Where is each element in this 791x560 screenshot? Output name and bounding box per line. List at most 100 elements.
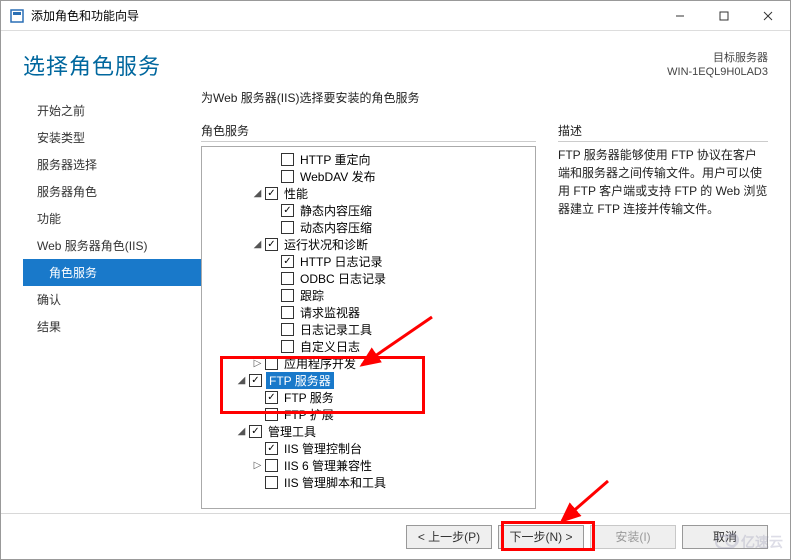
tree-node[interactable]: · 动态内容压缩	[204, 219, 533, 236]
expander-open-icon[interactable]: ◢	[236, 426, 247, 437]
tree-node-label[interactable]: WebDAV 发布	[298, 168, 378, 185]
tree-node-label[interactable]: 跟踪	[298, 287, 326, 304]
tree-node[interactable]: ·IIS 管理脚本和工具	[204, 474, 533, 491]
expander-none: ·	[268, 171, 279, 182]
expander-none: ·	[252, 409, 263, 420]
tree-node-label[interactable]: FTP 服务器	[266, 372, 334, 389]
tree-node[interactable]: · FTP 扩展	[204, 406, 533, 423]
description-label: 描述	[558, 122, 768, 142]
checkbox[interactable]	[265, 408, 278, 421]
expander-open-icon[interactable]: ◢	[252, 188, 263, 199]
prev-button[interactable]: < 上一步(P)	[406, 525, 492, 549]
checkbox[interactable]	[265, 442, 278, 455]
tree-node-label[interactable]: FTP 扩展	[282, 406, 336, 423]
sidebar-step[interactable]: 确认	[23, 286, 201, 313]
expander-none: ·	[252, 392, 263, 403]
expander-open-icon[interactable]: ◢	[236, 375, 247, 386]
checkbox[interactable]	[265, 459, 278, 472]
tree-node-label[interactable]: 请求监视器	[298, 304, 362, 321]
sidebar-step[interactable]: 安装类型	[23, 124, 201, 151]
checkbox[interactable]	[281, 306, 294, 319]
tree-node[interactable]: ▷ 应用程序开发	[204, 355, 533, 372]
tree-node[interactable]: · FTP 服务	[204, 389, 533, 406]
checkbox[interactable]	[281, 204, 294, 217]
tree-node[interactable]: ·IIS 管理控制台	[204, 440, 533, 457]
sidebar-step[interactable]: 开始之前	[23, 97, 201, 124]
expander-none: ·	[268, 307, 279, 318]
footer: < 上一步(P) 下一步(N) > 安装(I) 取消	[1, 513, 790, 559]
tree-node[interactable]: · 请求监视器	[204, 304, 533, 321]
sidebar: 开始之前安装类型服务器选择服务器角色功能Web 服务器角色(IIS)角色服务确认…	[1, 87, 201, 509]
expander-none: ·	[268, 222, 279, 233]
checkbox[interactable]	[281, 272, 294, 285]
tree-node[interactable]: ·自定义日志	[204, 338, 533, 355]
checkbox[interactable]	[281, 255, 294, 268]
sidebar-step[interactable]: 服务器角色	[23, 178, 201, 205]
target-server-name: WIN-1EQL9H0LAD3	[667, 65, 768, 79]
expander-closed-icon[interactable]: ▷	[252, 358, 263, 369]
close-button[interactable]	[746, 1, 790, 31]
checkbox[interactable]	[281, 289, 294, 302]
tree-node[interactable]: ·静态内容压缩	[204, 202, 533, 219]
checkbox[interactable]	[265, 187, 278, 200]
roles-tree[interactable]: ·HTTP 重定向·WebDAV 发布◢性能·静态内容压缩·动态内容压缩◢运行状…	[201, 146, 536, 509]
tree-node-label[interactable]: FTP 服务	[282, 389, 336, 406]
checkbox[interactable]	[265, 357, 278, 370]
checkbox[interactable]	[265, 476, 278, 489]
tree-node[interactable]: · 跟踪	[204, 287, 533, 304]
tree-node[interactable]: ·日志记录工具	[204, 321, 533, 338]
tree-node[interactable]: ·HTTP 重定向	[204, 151, 533, 168]
tree-node[interactable]: ◢ FTP 服务器	[204, 372, 533, 389]
sidebar-step[interactable]: Web 服务器角色(IIS)	[23, 232, 201, 259]
checkbox[interactable]	[249, 425, 262, 438]
tree-node[interactable]: ◢ 性能	[204, 185, 533, 202]
tree-node-label[interactable]: 性能	[282, 185, 310, 202]
sidebar-step[interactable]: 服务器选择	[23, 151, 201, 178]
watermark-icon	[715, 535, 737, 549]
tree-node-label[interactable]: IIS 管理控制台	[282, 440, 364, 457]
sidebar-step[interactable]: 功能	[23, 205, 201, 232]
maximize-button[interactable]	[702, 1, 746, 31]
sidebar-step[interactable]: 角色服务	[23, 259, 201, 286]
install-button[interactable]: 安装(I)	[590, 525, 676, 549]
watermark: 亿速云	[715, 532, 783, 552]
tree-node[interactable]: · HTTP 日志记录	[204, 253, 533, 270]
tree-node[interactable]: ◢ 运行状况和诊断	[204, 236, 533, 253]
tree-node[interactable]: ·ODBC 日志记录	[204, 270, 533, 287]
tree-node-label[interactable]: 管理工具	[266, 423, 318, 440]
next-button[interactable]: 下一步(N) >	[498, 525, 584, 549]
checkbox[interactable]	[281, 153, 294, 166]
tree-node-label[interactable]: ODBC 日志记录	[298, 270, 388, 287]
sidebar-step[interactable]: 结果	[23, 313, 201, 340]
tree-node-label[interactable]: 日志记录工具	[298, 321, 374, 338]
header: 选择角色服务 目标服务器 WIN-1EQL9H0LAD3	[1, 31, 790, 87]
checkbox[interactable]	[265, 238, 278, 251]
expander-open-icon[interactable]: ◢	[252, 239, 263, 250]
expander-none: ·	[268, 256, 279, 267]
tree-node-label[interactable]: 应用程序开发	[282, 355, 358, 372]
tree-node[interactable]: ◢ 管理工具	[204, 423, 533, 440]
tree-node-label[interactable]: IIS 6 管理兼容性	[282, 457, 374, 474]
content-heading: 为Web 服务器(IIS)选择要安装的角色服务	[201, 89, 768, 106]
tree-node-label[interactable]: 运行状况和诊断	[282, 236, 370, 253]
tree-node[interactable]: ▷ IIS 6 管理兼容性	[204, 457, 533, 474]
roles-column: 角色服务 ·HTTP 重定向·WebDAV 发布◢性能·静态内容压缩·动态内容压…	[201, 122, 536, 509]
tree-node-label[interactable]: IIS 管理脚本和工具	[282, 474, 388, 491]
watermark-text: 亿速云	[741, 532, 783, 552]
main: 开始之前安装类型服务器选择服务器角色功能Web 服务器角色(IIS)角色服务确认…	[1, 87, 790, 513]
checkbox[interactable]	[281, 340, 294, 353]
checkbox[interactable]	[249, 374, 262, 387]
minimize-button[interactable]	[658, 1, 702, 31]
checkbox[interactable]	[281, 221, 294, 234]
tree-node-label[interactable]: 动态内容压缩	[298, 219, 374, 236]
checkbox[interactable]	[265, 391, 278, 404]
tree-node[interactable]: · WebDAV 发布	[204, 168, 533, 185]
expander-none: ·	[268, 290, 279, 301]
tree-node-label[interactable]: 自定义日志	[298, 338, 362, 355]
checkbox[interactable]	[281, 170, 294, 183]
checkbox[interactable]	[281, 323, 294, 336]
tree-node-label[interactable]: HTTP 重定向	[298, 151, 372, 168]
tree-node-label[interactable]: 静态内容压缩	[298, 202, 374, 219]
expander-closed-icon[interactable]: ▷	[252, 460, 263, 471]
tree-node-label[interactable]: HTTP 日志记录	[298, 253, 384, 270]
